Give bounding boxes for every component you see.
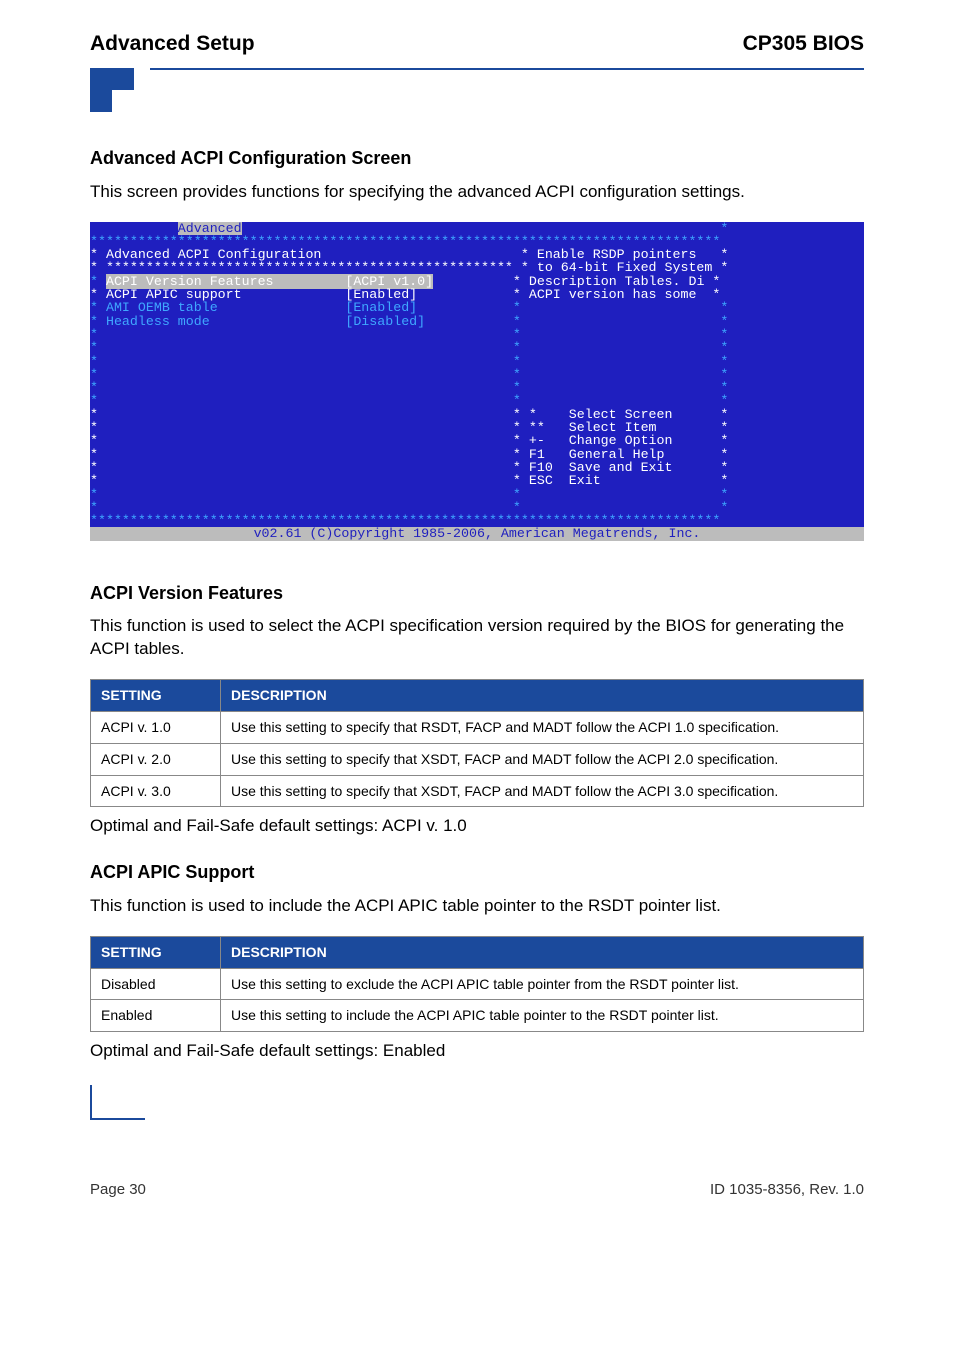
- table-row: ACPI v. 2.0Use this setting to specify t…: [91, 743, 864, 775]
- brand-logo: [90, 68, 150, 118]
- table-apic-support: Setting Description DisabledUse this set…: [90, 936, 864, 1033]
- table-row: EnabledUse this setting to include the A…: [91, 1000, 864, 1032]
- footer-corner-rule: [90, 1085, 145, 1120]
- section-desc-apic-support: This function is used to include the ACP…: [90, 895, 864, 918]
- header-rule: [150, 68, 864, 70]
- logo-row: [90, 68, 864, 118]
- bios-tab-advanced: Advanced: [178, 222, 242, 235]
- th-setting: Setting: [91, 936, 221, 968]
- section-title-version-features: ACPI Version Features: [90, 581, 864, 605]
- cell-setting: Enabled: [91, 1000, 221, 1032]
- header-right: CP305 BIOS: [743, 30, 864, 58]
- table-row: DisabledUse this setting to exclude the …: [91, 968, 864, 1000]
- section-title-acpi-config: Advanced ACPI Configuration Screen: [90, 146, 864, 170]
- default-apic-support: Optimal and Fail-Safe default settings: …: [90, 1040, 864, 1063]
- cell-setting: Disabled: [91, 968, 221, 1000]
- th-description: Description: [221, 936, 864, 968]
- table-header-row: Setting Description: [91, 679, 864, 711]
- cell-setting: ACPI v. 1.0: [91, 711, 221, 743]
- bios-copyright: v02.61 (C)Copyright 1985-2006, American …: [90, 527, 864, 540]
- header-left: Advanced Setup: [90, 30, 255, 58]
- default-version-features: Optimal and Fail-Safe default settings: …: [90, 815, 864, 838]
- table-header-row: Setting Description: [91, 936, 864, 968]
- section-desc-acpi-config: This screen provides functions for speci…: [90, 181, 864, 204]
- table-version-features: Setting Description ACPI v. 1.0Use this …: [90, 679, 864, 808]
- section-title-apic-support: ACPI APIC Support: [90, 860, 864, 884]
- page-header: Advanced Setup CP305 BIOS: [90, 30, 864, 68]
- th-setting: Setting: [91, 679, 221, 711]
- cell-setting: ACPI v. 2.0: [91, 743, 221, 775]
- table-row: ACPI v. 1.0Use this setting to specify t…: [91, 711, 864, 743]
- table-row: ACPI v. 3.0Use this setting to specify t…: [91, 775, 864, 807]
- cell-desc: Use this setting to include the ACPI API…: [221, 1000, 864, 1032]
- cell-desc: Use this setting to specify that XSDT, F…: [221, 743, 864, 775]
- cell-desc: Use this setting to exclude the ACPI API…: [221, 968, 864, 1000]
- cell-setting: ACPI v. 3.0: [91, 775, 221, 807]
- section-desc-version-features: This function is used to select the ACPI…: [90, 615, 864, 661]
- cell-desc: Use this setting to specify that XSDT, F…: [221, 775, 864, 807]
- cell-desc: Use this setting to specify that RSDT, F…: [221, 711, 864, 743]
- bios-screenshot: Advanced * *****************************…: [90, 222, 864, 541]
- footer-id: ID 1035-8356, Rev. 1.0: [710, 1180, 864, 1200]
- footer-page: Page 30: [90, 1180, 146, 1200]
- th-description: Description: [221, 679, 864, 711]
- page-footer: Page 30 ID 1035-8356, Rev. 1.0: [90, 1180, 864, 1200]
